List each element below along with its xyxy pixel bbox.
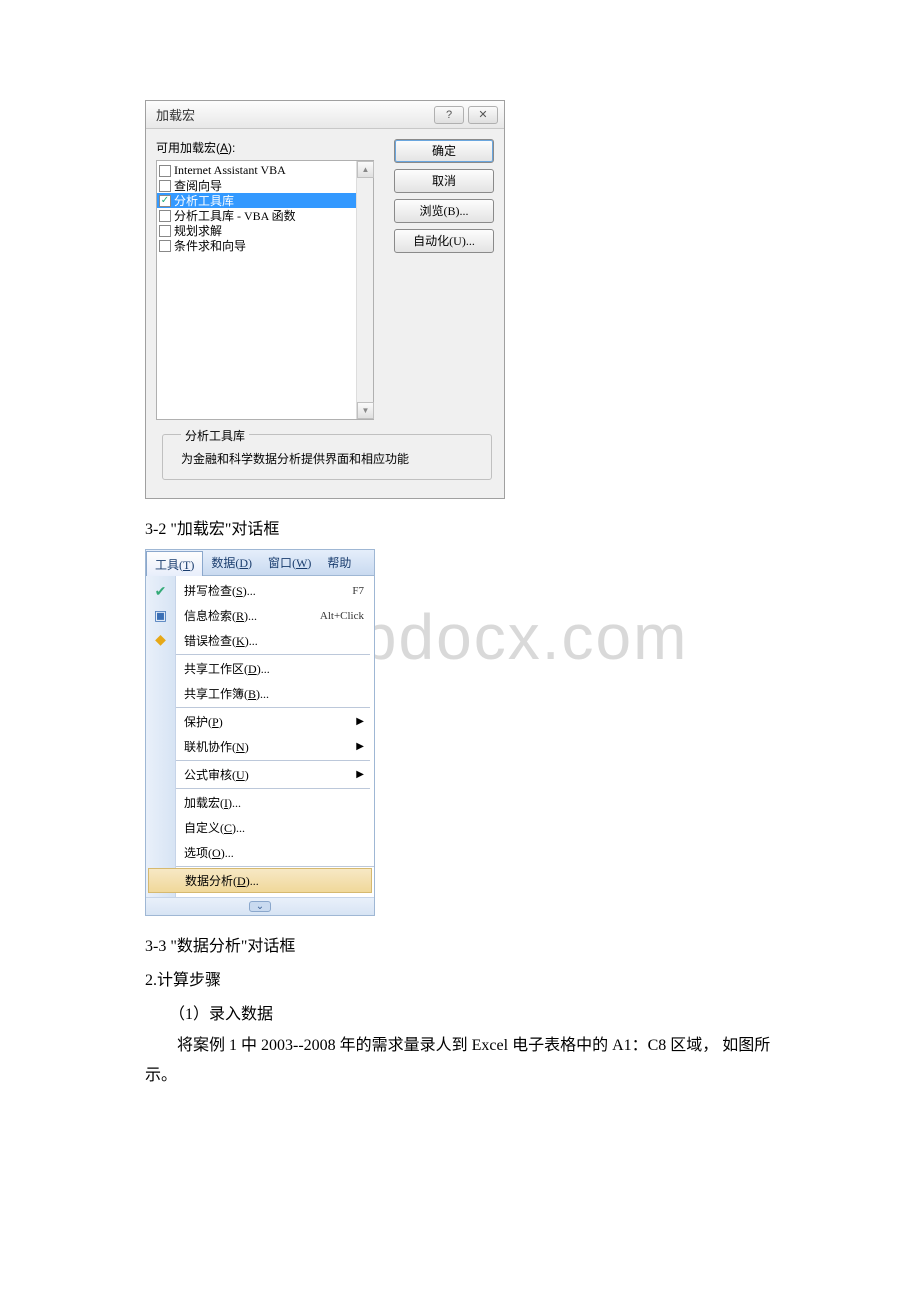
checkbox[interactable] <box>159 180 171 192</box>
checkbox[interactable]: ✓ <box>159 195 171 207</box>
checkbox[interactable] <box>159 240 171 252</box>
checkbox[interactable] <box>159 165 171 177</box>
close-button[interactable]: ✕ <box>468 106 498 124</box>
menu-window[interactable]: 窗口(W) <box>260 550 319 575</box>
help-button[interactable]: ? <box>434 106 464 124</box>
menu-bar: 工具(T) 数据(D) 窗口(W) 帮助 <box>146 550 374 576</box>
dialog-titlebar[interactable]: 加载宏 ? ✕ <box>146 101 504 129</box>
menu-item-spellcheck[interactable]: 拼写检查(S)... F7 <box>176 578 374 603</box>
available-addins-label: 可用加载宏(A): <box>156 139 384 156</box>
ok-button[interactable]: 确定 <box>394 139 494 163</box>
menu-separator <box>176 760 370 761</box>
checkbox[interactable] <box>159 210 171 222</box>
chevron-down-icon[interactable]: ⌄ <box>249 901 271 912</box>
shortcut-label: Alt+Click <box>320 610 364 622</box>
menu-data[interactable]: 数据(D) <box>203 550 260 575</box>
submenu-arrow-icon: ▶ <box>356 769 364 780</box>
error-icon: ◆ <box>151 628 171 652</box>
menu-item-share-workbook[interactable]: 共享工作簿(B)... <box>176 681 374 706</box>
list-item[interactable]: 查阅向导 <box>157 178 373 193</box>
menu-separator <box>176 654 370 655</box>
menu-item-data-analysis[interactable]: 数据分析(D)... <box>148 868 372 893</box>
cancel-button[interactable]: 取消 <box>394 169 494 193</box>
menu-icon-column: ✔ ▣ ◆ <box>146 576 176 897</box>
menu-item-addins[interactable]: 加载宏(I)... <box>176 790 374 815</box>
scrollbar[interactable]: ▲ ▼ <box>356 161 373 419</box>
checkbox[interactable] <box>159 225 171 237</box>
shortcut-label: F7 <box>352 585 364 597</box>
menu-item-options[interactable]: 选项(O)... <box>176 840 374 865</box>
list-item-label: Internet Assistant VBA <box>174 163 286 178</box>
menu-tools[interactable]: 工具(T) <box>146 551 203 576</box>
menu-item-customize[interactable]: 自定义(C)... <box>176 815 374 840</box>
menu-item-research[interactable]: 信息检索(R)... Alt+Click <box>176 603 374 628</box>
paragraph-step: （1）录入数据 <box>145 1000 775 1030</box>
tools-menu: 工具(T) 数据(D) 窗口(W) 帮助 ✔ ▣ ◆ 拼写检查(S)... F7… <box>145 549 375 916</box>
menu-item-errorcheck[interactable]: 错误检查(K)... <box>176 628 374 653</box>
paragraph-heading: 2.计算步骤 <box>145 966 775 996</box>
figure-caption-1: 3-2 "加载宏"对话框 <box>145 515 775 539</box>
description-text: 为金融和科学数据分析提供界面和相应功能 <box>181 450 483 467</box>
description-group: 分析工具库 为金融和科学数据分析提供界面和相应功能 <box>162 434 492 480</box>
dialog-title: 加载宏 <box>156 105 195 124</box>
list-item[interactable]: ✓ 分析工具库 <box>157 193 373 208</box>
submenu-arrow-icon: ▶ <box>356 716 364 727</box>
automation-button[interactable]: 自动化(U)... <box>394 229 494 253</box>
research-icon: ▣ <box>151 604 171 628</box>
list-item[interactable]: 条件求和向导 <box>157 238 373 253</box>
description-title: 分析工具库 <box>181 427 249 444</box>
menu-item-online-collab[interactable]: 联机协作(N) ▶ <box>176 734 374 759</box>
list-item[interactable]: 规划求解 <box>157 223 373 238</box>
browse-button[interactable]: 浏览(B)... <box>394 199 494 223</box>
addins-dialog: 加载宏 ? ✕ 可用加载宏(A): Internet Assistant VBA <box>145 100 505 499</box>
figure-caption-2: 3-3 "数据分析"对话框 <box>145 932 775 956</box>
list-item-label: 条件求和向导 <box>174 237 246 254</box>
scroll-down-icon[interactable]: ▼ <box>357 402 374 419</box>
paragraph-body: 将案例 1 中 2003--2008 年的需求量录人到 Excel 电子表格中的… <box>145 1031 775 1092</box>
addins-listbox[interactable]: Internet Assistant VBA 查阅向导 ✓ 分析工具库 <box>156 160 374 420</box>
submenu-arrow-icon: ▶ <box>356 741 364 752</box>
menu-help[interactable]: 帮助 <box>319 550 359 575</box>
list-item[interactable]: Internet Assistant VBA <box>157 163 373 178</box>
menu-expand-row[interactable]: ⌄ <box>146 897 374 915</box>
scroll-up-icon[interactable]: ▲ <box>357 161 374 178</box>
menu-separator <box>176 707 370 708</box>
list-item[interactable]: 分析工具库 - VBA 函数 <box>157 208 373 223</box>
spellcheck-icon: ✔ <box>151 580 171 604</box>
menu-separator <box>176 788 370 789</box>
menu-item-protect[interactable]: 保护(P) ▶ <box>176 709 374 734</box>
menu-separator <box>176 866 374 867</box>
menu-item-share-workspace[interactable]: 共享工作区(D)... <box>176 656 374 681</box>
menu-item-formula-audit[interactable]: 公式审核(U) ▶ <box>176 762 374 787</box>
